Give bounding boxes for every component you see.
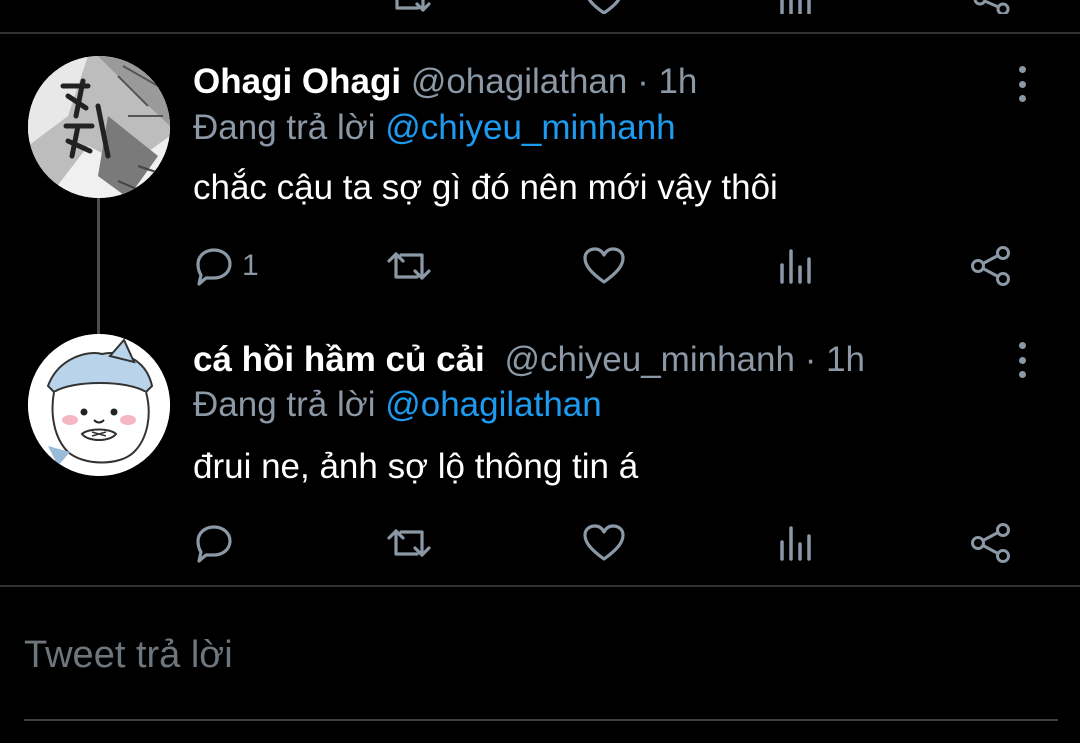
tweet-text: đrui ne, ảnh sợ lộ thông tin á: [193, 447, 639, 486]
divider: [0, 32, 1080, 34]
manga-avatar-icon[interactable]: [28, 56, 170, 198]
replying-to-label: Đang trả lời: [193, 108, 376, 147]
replying-to-label: Đang trả lời: [193, 385, 376, 424]
timestamp[interactable]: 1h: [658, 62, 697, 101]
retweet-icon: [386, 246, 432, 286]
like-button[interactable]: [583, 520, 625, 566]
display-name[interactable]: cá hồi hầm củ cải: [193, 340, 485, 379]
tweet-text: chắc cậu ta sợ gì đó nên mới vậy thôi: [193, 168, 778, 207]
like-button[interactable]: [583, 243, 625, 289]
reply-button[interactable]: [194, 520, 242, 566]
replying-to: Đang trả lời @ohagilathan: [193, 385, 602, 425]
tweet-header: cá hồi hầm củ cải @chiyeu_minhanh · 1h: [193, 340, 865, 380]
retweet-button[interactable]: [386, 520, 432, 566]
share-icon: [970, 245, 1012, 287]
more-options-icon[interactable]: [1008, 64, 1036, 104]
reply-icon: [194, 246, 234, 286]
like-icon: [583, 524, 625, 562]
previous-tweet-actions: [0, 0, 1080, 14]
analytics-button[interactable]: [778, 520, 816, 566]
reply-count: 1: [242, 249, 259, 282]
tweet-header: Ohagi Ohagi @ohagilathan · 1h: [193, 62, 697, 102]
divider: [0, 585, 1080, 587]
chiikawa-avatar-icon[interactable]: [28, 334, 170, 476]
composer-underline: [24, 719, 1058, 721]
share-icon: [970, 522, 1012, 564]
mention-link[interactable]: @chiyeu_minhanh: [385, 108, 675, 147]
mention-link[interactable]: @ohagilathan: [385, 385, 602, 424]
separator: ·: [804, 340, 817, 379]
retweet-icon[interactable]: [388, 0, 432, 14]
user-handle[interactable]: @chiyeu_minhanh: [505, 340, 795, 379]
more-options-icon[interactable]: [1008, 340, 1036, 380]
tweet-actions: 1: [0, 243, 1080, 289]
tweet-actions: [0, 520, 1080, 566]
separator: ·: [637, 62, 649, 101]
analytics-button[interactable]: [778, 243, 816, 289]
share-button[interactable]: [970, 520, 1012, 566]
like-icon[interactable]: [585, 0, 623, 14]
share-icon[interactable]: [972, 0, 1012, 14]
reply-composer-input[interactable]: Tweet trả lời: [24, 632, 1054, 678]
replying-to: Đang trả lời @chiyeu_minhanh: [193, 108, 676, 148]
timestamp[interactable]: 1h: [826, 340, 865, 379]
reply-button[interactable]: 1: [194, 243, 259, 289]
share-button[interactable]: [970, 243, 1012, 289]
display-name[interactable]: Ohagi Ohagi: [193, 62, 401, 101]
analytics-icon: [778, 247, 816, 285]
analytics-icon[interactable]: [778, 0, 814, 14]
retweet-icon: [386, 523, 432, 563]
user-handle[interactable]: @ohagilathan: [411, 62, 628, 101]
analytics-icon: [778, 524, 816, 562]
like-icon: [583, 247, 625, 285]
reply-icon: [194, 523, 234, 563]
retweet-button[interactable]: [386, 243, 432, 289]
